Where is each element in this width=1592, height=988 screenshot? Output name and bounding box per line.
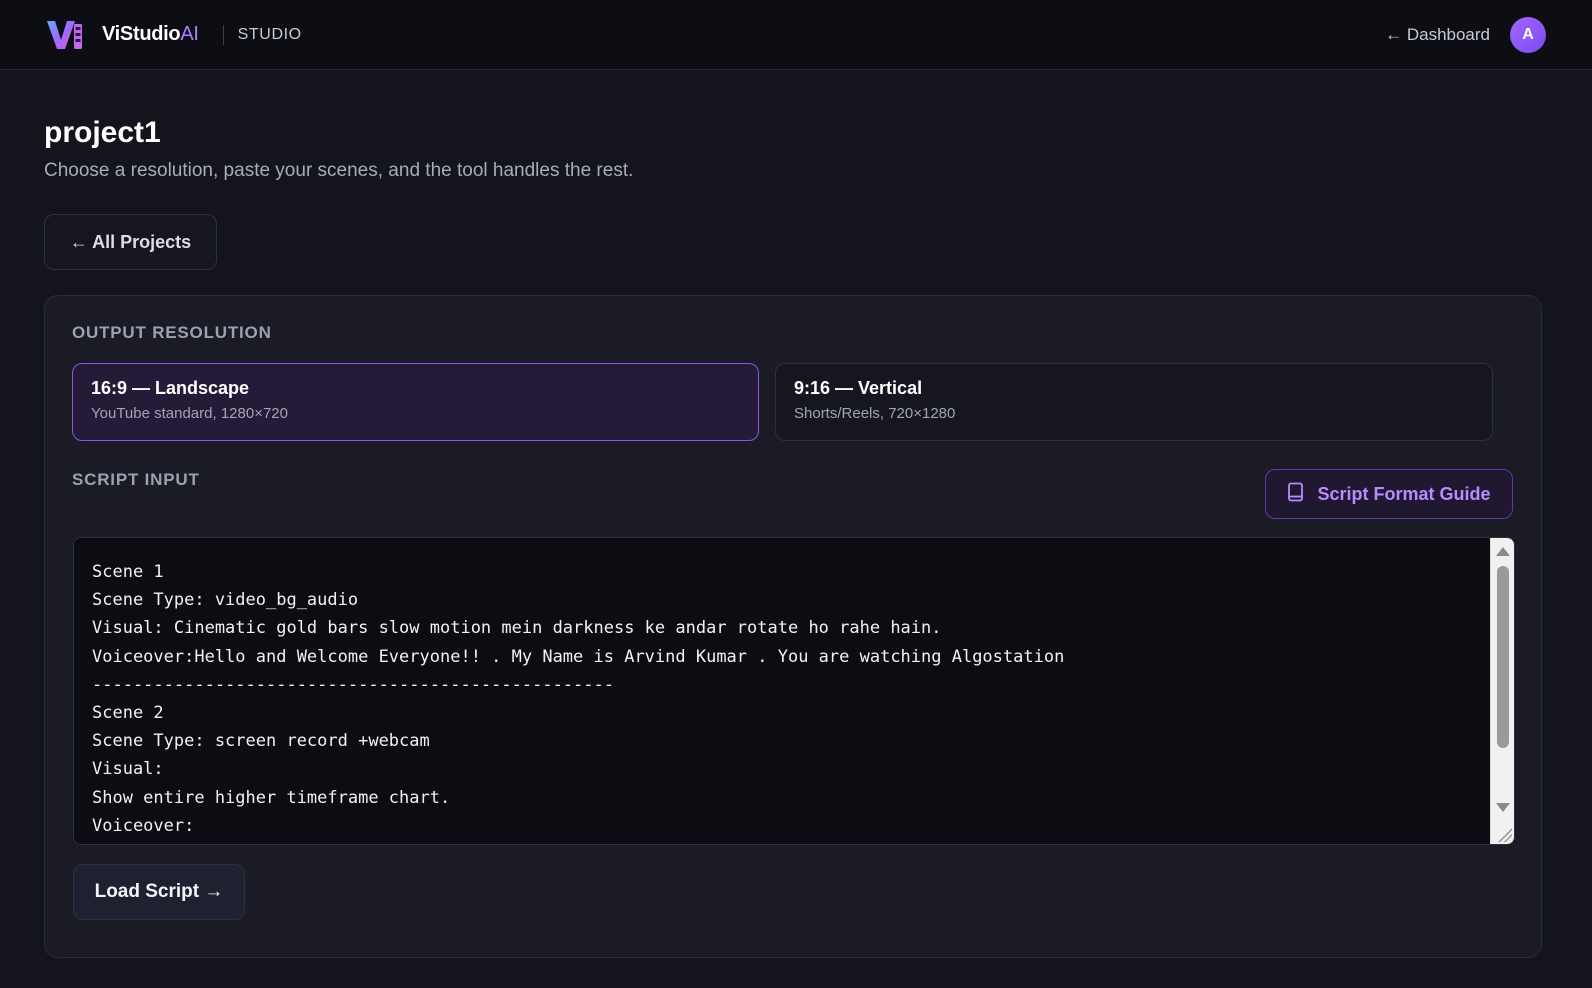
brand-ai: AI [180, 23, 199, 45]
output-resolution-label: OUTPUT RESOLUTION [72, 323, 272, 342]
scrollbar[interactable] [1490, 538, 1514, 844]
brand-name[interactable]: ViStudioAI [102, 23, 199, 46]
section-label-studio: STUDIO [237, 25, 302, 43]
avatar[interactable]: A [1510, 16, 1546, 53]
vistudio-logo-icon[interactable] [46, 18, 86, 52]
script-text[interactable]: Scene 1 Scene Type: video_bg_audio Visua… [92, 558, 1478, 840]
book-icon [1287, 482, 1305, 507]
resolution-subtitle: Shorts/Reels, 720×1280 [794, 405, 956, 422]
top-bar: ViStudioAI STUDIO ← Dashboard A [0, 0, 1592, 70]
resolution-option-vertical[interactable]: 9:16 — Vertical Shorts/Reels, 720×1280 [775, 363, 1493, 441]
scroll-up-arrow-icon[interactable] [1496, 547, 1510, 556]
page-title: project1 [44, 116, 161, 149]
script-format-guide-label: Script Format Guide [1317, 483, 1491, 504]
all-projects-button[interactable]: ← All Projects [44, 214, 217, 270]
scroll-thumb[interactable] [1497, 566, 1509, 748]
resolution-subtitle: YouTube standard, 1280×720 [91, 405, 288, 422]
resize-grip-icon[interactable] [1498, 828, 1512, 842]
load-script-button[interactable]: Load Script → [73, 864, 245, 920]
resolution-title: 16:9 — Landscape [91, 378, 250, 398]
topbar-right: ← Dashboard A [1385, 16, 1546, 53]
script-format-guide-button[interactable]: Script Format Guide [1265, 469, 1513, 519]
resolution-option-landscape[interactable]: 16:9 — Landscape YouTube standard, 1280×… [72, 363, 759, 441]
resolution-title: 9:16 — Vertical [794, 378, 923, 398]
scroll-down-arrow-icon[interactable] [1496, 803, 1510, 812]
studio-panel: OUTPUT RESOLUTION 16:9 — Landscape YouTu… [44, 295, 1542, 958]
script-input-label: SCRIPT INPUT [72, 470, 200, 489]
script-textarea[interactable]: Scene 1 Scene Type: video_bg_audio Visua… [73, 537, 1515, 845]
brand-main: ViStudio [102, 23, 181, 45]
page-subtitle: Choose a resolution, paste your scenes, … [44, 160, 634, 181]
brand-divider [222, 24, 224, 45]
dashboard-link[interactable]: ← Dashboard [1385, 25, 1490, 45]
